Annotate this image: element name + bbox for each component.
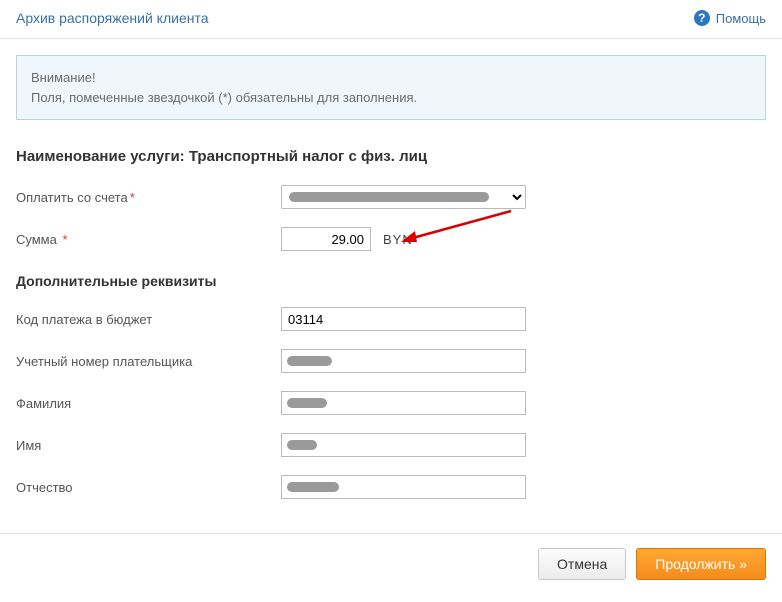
row-budget-code: Код платежа в бюджет [16, 307, 766, 331]
row-patronymic: Отчество [16, 475, 766, 499]
header-bar: Архив распоряжений клиента ? Помощь [0, 0, 782, 39]
account-select[interactable] [281, 185, 526, 209]
surname-input[interactable] [281, 391, 526, 415]
label-name: Имя [16, 438, 281, 453]
row-payer-number: Учетный номер плательщика [16, 349, 766, 373]
label-budget-code: Код платежа в бюджет [16, 312, 281, 327]
currency-label: BYN [383, 232, 413, 247]
cancel-button[interactable]: Отмена [538, 548, 626, 580]
row-surname: Фамилия [16, 391, 766, 415]
help-link[interactable]: ? Помощь [694, 10, 766, 26]
alert-text: Поля, помеченные звездочкой (*) обязател… [31, 88, 751, 108]
name-input[interactable] [281, 433, 526, 457]
label-surname: Фамилия [16, 396, 281, 411]
alert-title: Внимание! [31, 68, 751, 88]
budget-code-input[interactable] [281, 307, 526, 331]
service-name: Транспортный налог с физ. лиц [189, 148, 427, 165]
patronymic-input[interactable] [281, 475, 526, 499]
row-account: Оплатить со счета* [16, 185, 766, 209]
payer-number-input[interactable] [281, 349, 526, 373]
label-patronymic: Отчество [16, 480, 281, 495]
footer-actions: Отмена Продолжить » [0, 533, 782, 602]
help-label: Помощь [716, 11, 766, 26]
label-amount: Сумма * [16, 232, 281, 247]
alert-box: Внимание! Поля, помеченные звездочкой (*… [16, 55, 766, 120]
archive-link[interactable]: Архив распоряжений клиента [16, 10, 209, 26]
row-name: Имя [16, 433, 766, 457]
help-icon: ? [694, 10, 710, 26]
continue-button[interactable]: Продолжить » [636, 548, 766, 580]
service-prefix: Наименование услуги: [16, 148, 185, 165]
label-payer-number: Учетный номер плательщика [16, 354, 281, 369]
annotation-arrow-icon [401, 209, 521, 249]
label-account: Оплатить со счета* [16, 190, 281, 205]
content-area: Внимание! Поля, помеченные звездочкой (*… [0, 39, 782, 533]
row-amount: Сумма * BYN [16, 227, 766, 251]
amount-input[interactable] [281, 227, 371, 251]
additional-title: Дополнительные реквизиты [16, 273, 766, 289]
service-title: Наименование услуги: Транспортный налог … [16, 148, 766, 165]
